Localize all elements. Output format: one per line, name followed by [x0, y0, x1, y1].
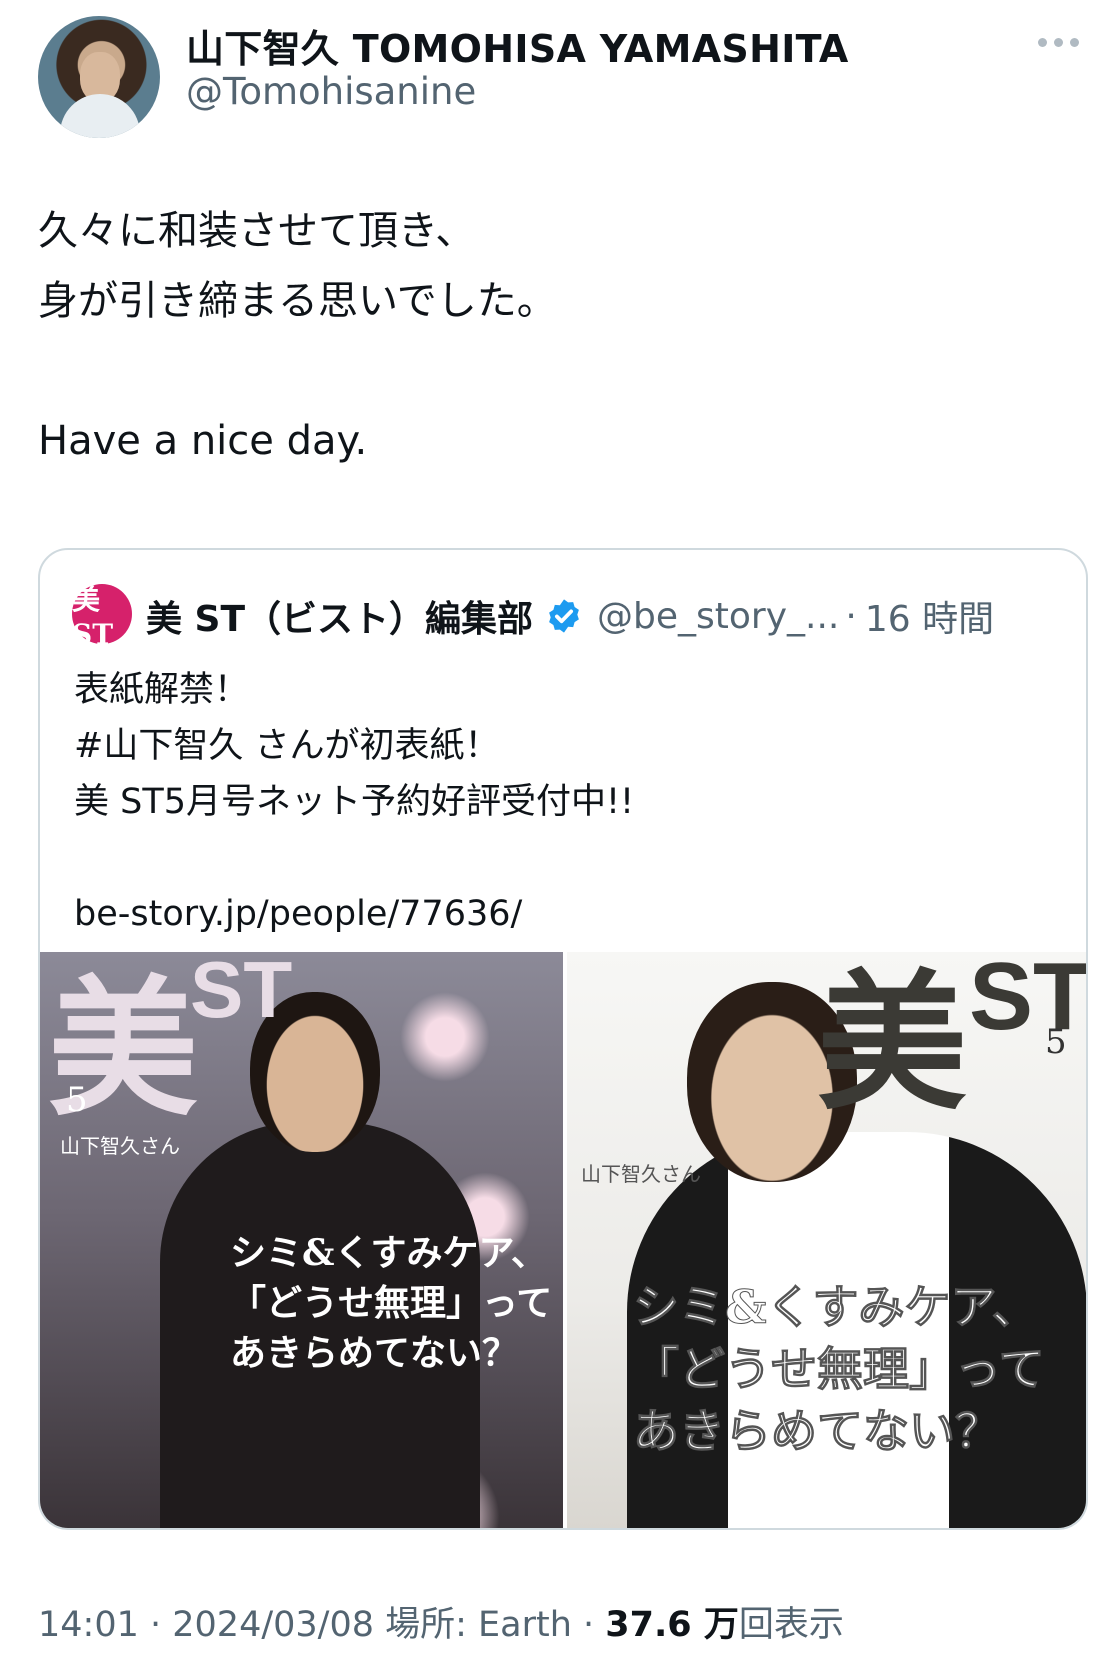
magazine-cover-image-left[interactable]: 美 ST 5 山下智久さん シミ&くすみケア、 「どうせ無理」って あきらめてな… [40, 952, 563, 1528]
magazine-masthead-st: ST [190, 952, 293, 1034]
cover-headline: シミ&くすみケア、 「どうせ無理」って あきらめてない？ [230, 1228, 552, 1378]
cover-person-label: 山下智久さん [581, 1162, 701, 1186]
meta-separator: · [138, 1605, 173, 1645]
view-count: 37.6 万 [605, 1605, 739, 1645]
meta-separator: · [571, 1605, 606, 1645]
quoted-media-grid: 美 ST 5 山下智久さん シミ&くすみケア、 「どうせ無理」って あきらめてな… [40, 952, 1088, 1528]
author-avatar[interactable] [38, 16, 160, 138]
magazine-cover-image-right[interactable]: 美 ST 5 山下智久さん シミ&くすみケア、 「どうせ無理」って あきらめてな… [567, 952, 1088, 1528]
blossom-decoration [400, 992, 490, 1082]
tweet-location: 場所: Earth [374, 1605, 572, 1645]
avatar-shirt [60, 94, 140, 138]
quoted-link[interactable]: be-story.jp/people/77636/ [74, 886, 634, 942]
author-handle[interactable]: @Tomohisanine [186, 70, 476, 113]
magazine-masthead: 美 [817, 955, 968, 1131]
tweet-text: 久々に和装させて頂き、 身が引き締まる思いでした。 Have a nice da… [38, 196, 557, 476]
quoted-line: #山下智久 さんが初表紙！ [74, 726, 500, 766]
cover-headline: シミ&くすみケア、 「どうせ無理」って あきらめてない？ [633, 1276, 1046, 1462]
issue-number: 5 [1045, 1022, 1067, 1062]
quoted-timestamp[interactable]: 16 時間 [865, 590, 994, 642]
quoted-author-handle[interactable]: @be_story_... [597, 596, 839, 637]
cover-headline-line: シミ&くすみケア、 [633, 1280, 1039, 1335]
quoted-author-name[interactable]: 美 ST（ビスト）編集部 [146, 590, 533, 642]
quoted-line-blank [74, 830, 634, 886]
cover-headline-line: あきらめてない？ [633, 1404, 1002, 1459]
author-name[interactable]: 山下智久 TOMOHISA YAMASHITA [186, 18, 849, 73]
tweet-metadata: 14:01 · 2024/03/08 場所: Earth · 37.6 万回表示 [38, 1596, 844, 1647]
quoted-line: 美 ST5月号ネット予約好評受付中!! [74, 782, 635, 822]
quoted-text: 表紙解禁！ #山下智久 さんが初表紙！ 美 ST5月号ネット予約好評受付中!! … [74, 662, 634, 942]
tweet-line: Have a nice day. [38, 418, 368, 464]
quoted-tweet-card[interactable]: 美ST 美 ST（ビスト）編集部 @be_story_... · 16 時間 表… [38, 548, 1088, 1530]
tweet-date[interactable]: 2024/03/08 [172, 1605, 374, 1645]
cover-headline-line: 「どうせ無理」って [230, 1282, 553, 1324]
quoted-header: 美 ST（ビスト）編集部 @be_story_... · 16 時間 [146, 590, 994, 642]
view-count-label: 回表示 [738, 1605, 844, 1645]
cover-headline-line: あきらめてない？ [230, 1332, 519, 1374]
verified-badge-icon [549, 599, 579, 633]
cover-headline-line: シミ&くすみケア、 [230, 1232, 547, 1274]
quoted-separator: · [845, 595, 857, 637]
tweet-time[interactable]: 14:01 [38, 1605, 139, 1645]
magazine-masthead-st: ST [969, 952, 1088, 1050]
cover-headline-line: 「どうせ無理」って [633, 1342, 1046, 1397]
tweet-line-blank [38, 336, 557, 406]
quoted-line: 表紙解禁！ [74, 670, 250, 710]
quoted-avatar[interactable]: 美ST [72, 583, 132, 651]
issue-number: 5 [66, 1080, 88, 1120]
tweet-line: 身が引き締まる思いでした。 [38, 278, 557, 324]
cover-person-label: 山下智久さん [60, 1134, 180, 1158]
more-icon[interactable] [1038, 30, 1086, 54]
tweet-line: 久々に和装させて頂き、 [38, 208, 476, 254]
